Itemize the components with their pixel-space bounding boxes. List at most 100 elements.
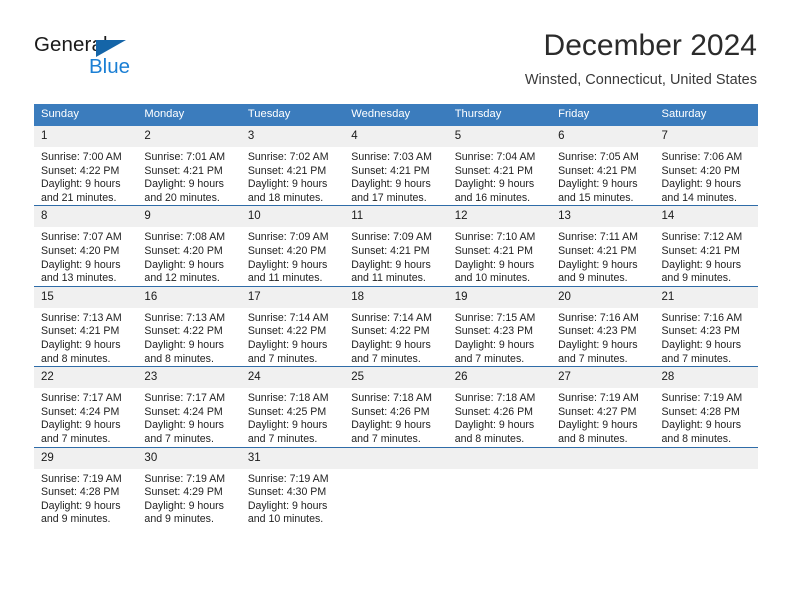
day-cell[interactable]: 22 Sunrise: 7:17 AM Sunset: 4:24 PM Dayligh…	[34, 366, 138, 447]
daylight-text-line2: and 7 minutes.	[247, 352, 318, 365]
day-number: 31	[240, 447, 345, 469]
daylight-text-line2: and 13 minutes.	[41, 272, 117, 285]
day-cell[interactable]: 4 Sunrise: 7:03 AM Sunset: 4:21 PM Daylight…	[344, 126, 448, 206]
day-cell[interactable]: 24 Sunrise: 7:18 AM Sunset: 4:25 PM Dayligh…	[240, 366, 345, 447]
sunset-text: Sunset: 4:25 PM	[247, 405, 327, 418]
day-cell[interactable]: 6 Sunrise: 7:05 AM Sunset: 4:21 PM Daylight…	[551, 126, 655, 206]
day-cell[interactable]: 3 Sunrise: 7:02 AM Sunset: 4:21 PM Daylight…	[240, 126, 345, 206]
sunset-text: Sunset: 4:21 PM	[351, 244, 430, 257]
weekday-header-saturday: Saturday	[654, 104, 758, 126]
sunset-text: Sunset: 4:21 PM	[41, 325, 120, 338]
daylight-text-line2: and 10 minutes.	[454, 272, 531, 285]
sunrise-text: Sunrise: 7:08 AM	[144, 231, 226, 244]
sunrise-text: Sunrise: 7:01 AM	[144, 151, 226, 163]
sunset-text: Sunset: 4:26 PM	[454, 405, 534, 418]
day-number: 13	[551, 206, 655, 228]
sunrise-text: Sunrise: 7:19 AM	[558, 392, 639, 405]
daylight-text-line1: Daylight: 9 hours	[558, 178, 638, 191]
day-number: 21	[654, 286, 758, 308]
day-cell[interactable]: 9 Sunrise: 7:08 AM Sunset: 4:20 PM Daylight…	[137, 205, 241, 287]
day-cell[interactable]: 14 Sunrise: 7:12 AM Sunset: 4:21 PM Dayligh…	[654, 205, 758, 287]
day-cell[interactable]: 12 Sunrise: 7:10 AM Sunset: 4:21 PM Dayligh…	[447, 205, 552, 287]
day-number: 28	[654, 367, 758, 389]
day-number: 23	[137, 367, 241, 389]
week-row: 29 Sunrise: 7:19 AM Sunset: 4:28 PM Dayligh…	[34, 446, 758, 527]
day-cell[interactable]: 10 Sunrise: 7:09 AM Sunset: 4:20 PM Dayligh…	[240, 205, 345, 287]
day-cell[interactable]: 18 Sunrise: 7:14 AM Sunset: 4:22 PM Dayligh…	[344, 285, 448, 367]
day-cell[interactable]: 13 Sunrise: 7:11 AM Sunset: 4:21 PM Dayligh…	[551, 205, 655, 287]
day-cell[interactable]: 28 Sunrise: 7:19 AM Sunset: 4:28 PM Dayligh…	[654, 366, 758, 447]
day-number: 12	[447, 206, 552, 228]
daylight-text-line2: and 18 minutes.	[247, 191, 324, 204]
daylight-text-line1: Daylight: 9 hours	[41, 499, 121, 512]
sunrise-text: Sunrise: 7:19 AM	[41, 472, 122, 485]
day-cell[interactable]: 25 Sunrise: 7:18 AM Sunset: 4:26 PM Dayligh…	[344, 366, 448, 447]
daylight-text-line1: Daylight: 9 hours	[661, 338, 742, 351]
day-cell[interactable]: 21 Sunrise: 7:16 AM Sunset: 4:23 PM Dayligh…	[654, 285, 758, 367]
sunset-text: Sunset: 4:29 PM	[144, 486, 223, 499]
daylight-text-line2: and 7 minutes.	[351, 352, 421, 365]
day-cell[interactable]: 26 Sunrise: 7:18 AM Sunset: 4:26 PM Dayligh…	[447, 366, 552, 447]
day-cell[interactable]: 27 Sunrise: 7:19 AM Sunset: 4:27 PM Dayligh…	[551, 366, 655, 447]
daylight-text-line1: Daylight: 9 hours	[144, 419, 224, 432]
day-number: 19	[447, 286, 552, 308]
day-cell[interactable]: 19 Sunrise: 7:15 AM Sunset: 4:23 PM Dayligh…	[447, 285, 552, 367]
day-cell-empty	[344, 446, 448, 527]
day-number: 1	[34, 126, 138, 147]
week-row: 8 Sunrise: 7:07 AM Sunset: 4:20 PM Daylight…	[34, 205, 758, 287]
day-cell[interactable]: 16 Sunrise: 7:13 AM Sunset: 4:22 PM Dayligh…	[137, 285, 241, 367]
page-title: December 2024	[543, 29, 757, 62]
daylight-text-line2: and 9 minutes.	[558, 272, 628, 285]
daylight-text-line1: Daylight: 9 hours	[454, 419, 535, 432]
generalblue-logo[interactable]: General Blue	[34, 33, 214, 87]
sunset-text: Sunset: 4:30 PM	[247, 486, 327, 499]
day-cell[interactable]: 8 Sunrise: 7:07 AM Sunset: 4:20 PM Daylight…	[34, 205, 138, 287]
sunset-text: Sunset: 4:21 PM	[558, 164, 637, 177]
sunset-text: Sunset: 4:21 PM	[144, 164, 223, 177]
day-cell[interactable]: 15 Sunrise: 7:13 AM Sunset: 4:21 PM Dayligh…	[34, 285, 138, 367]
day-number: 8	[34, 206, 138, 228]
sunrise-text: Sunrise: 7:18 AM	[351, 392, 432, 405]
sunrise-text: Sunrise: 7:19 AM	[247, 472, 329, 485]
day-cell[interactable]: 29 Sunrise: 7:19 AM Sunset: 4:28 PM Dayligh…	[34, 446, 138, 527]
daylight-text-line2: and 8 minutes.	[558, 432, 628, 445]
daylight-text-line2: and 11 minutes.	[247, 272, 323, 285]
daylight-text-line2: and 9 minutes.	[41, 513, 111, 526]
daylight-text-line2: and 9 minutes.	[661, 272, 732, 285]
day-cell[interactable]: 7 Sunrise: 7:06 AM Sunset: 4:20 PM Daylight…	[654, 126, 758, 206]
sunrise-text: Sunrise: 7:15 AM	[454, 311, 536, 324]
day-cell-empty	[551, 446, 655, 527]
day-number: 4	[344, 126, 448, 147]
day-number	[344, 447, 448, 469]
sunrise-text: Sunrise: 7:10 AM	[454, 231, 536, 244]
sunrise-text: Sunrise: 7:13 AM	[144, 311, 226, 324]
weekday-header-monday: Monday	[137, 104, 241, 126]
day-cell[interactable]: 5 Sunrise: 7:04 AM Sunset: 4:21 PM Daylight…	[447, 126, 552, 206]
day-cell[interactable]: 17 Sunrise: 7:14 AM Sunset: 4:22 PM Dayligh…	[240, 285, 345, 367]
sunset-text: Sunset: 4:21 PM	[661, 244, 740, 257]
sunrise-text: Sunrise: 7:18 AM	[247, 392, 329, 405]
daylight-text-line2: and 7 minutes.	[247, 432, 318, 445]
day-number: 20	[551, 286, 655, 308]
daylight-text-line1: Daylight: 9 hours	[454, 338, 535, 351]
day-cell[interactable]: 30 Sunrise: 7:19 AM Sunset: 4:29 PM Dayligh…	[137, 446, 241, 527]
sunset-text: Sunset: 4:23 PM	[558, 325, 637, 338]
daylight-text-line1: Daylight: 9 hours	[661, 178, 742, 191]
daylight-text-line1: Daylight: 9 hours	[247, 419, 328, 432]
daylight-text-line2: and 8 minutes.	[661, 432, 732, 445]
day-cell[interactable]: 23 Sunrise: 7:17 AM Sunset: 4:24 PM Dayligh…	[137, 366, 241, 447]
day-number: 15	[34, 286, 138, 308]
sunrise-text: Sunrise: 7:09 AM	[247, 231, 329, 244]
sunset-text: Sunset: 4:26 PM	[351, 405, 430, 418]
day-cell[interactable]: 31 Sunrise: 7:19 AM Sunset: 4:30 PM Dayligh…	[240, 446, 345, 527]
sunrise-text: Sunrise: 7:06 AM	[661, 151, 743, 163]
day-cell[interactable]: 11 Sunrise: 7:09 AM Sunset: 4:21 PM Dayligh…	[344, 205, 448, 287]
day-cell[interactable]: 20 Sunrise: 7:16 AM Sunset: 4:23 PM Dayligh…	[551, 285, 655, 367]
daylight-text-line1: Daylight: 9 hours	[661, 419, 742, 432]
day-cell[interactable]: 1 Sunrise: 7:00 AM Sunset: 4:22 PM Daylight…	[34, 126, 138, 206]
daylight-text-line1: Daylight: 9 hours	[41, 338, 121, 351]
week-row: 1 Sunrise: 7:00 AM Sunset: 4:22 PM Daylight…	[34, 126, 758, 206]
day-cell[interactable]: 2 Sunrise: 7:01 AM Sunset: 4:21 PM Daylight…	[137, 126, 241, 206]
day-number: 3	[240, 126, 345, 147]
sunset-text: Sunset: 4:28 PM	[41, 486, 120, 499]
